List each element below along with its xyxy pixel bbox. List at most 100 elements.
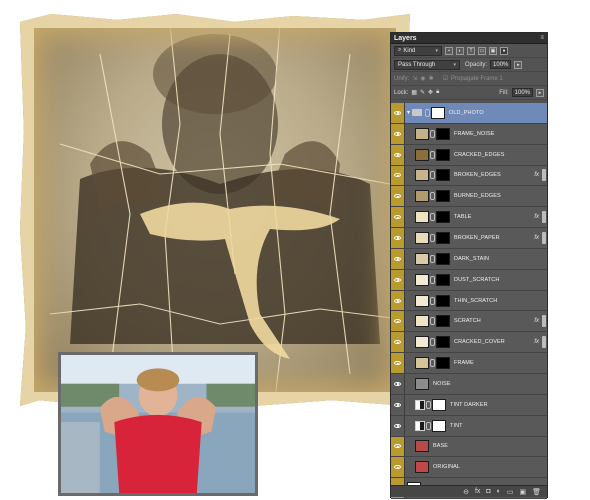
layer-mask-thumbnail[interactable]: [436, 357, 450, 370]
effects-expand-icon[interactable]: [542, 211, 546, 224]
layer-name[interactable]: OLD_PHOTO: [449, 110, 484, 116]
visibility-toggle[interactable]: [391, 269, 405, 290]
layer-thumbnail[interactable]: [415, 377, 429, 390]
layer-row[interactable]: FRAME_NOISE: [391, 123, 547, 145]
lock-all-icon[interactable]: 🔒︎: [436, 89, 439, 96]
layer-effects-icon[interactable]: fx: [534, 235, 539, 241]
group-expand-icon[interactable]: ▾: [407, 109, 410, 116]
layer-thumbnail[interactable]: [415, 294, 429, 307]
visibility-toggle[interactable]: [391, 394, 405, 415]
layer-name[interactable]: DUST_SCRATCH: [454, 277, 499, 283]
visibility-toggle[interactable]: [391, 207, 405, 228]
layer-name[interactable]: CRACKED_EDGES: [454, 152, 505, 158]
layer-effects-icon[interactable]: fx: [534, 318, 539, 324]
layer-mask-thumbnail[interactable]: [436, 252, 450, 265]
layer-thumbnail[interactable]: [415, 211, 429, 224]
layer-thumbnail[interactable]: [415, 315, 429, 328]
layer-effects-icon[interactable]: fx: [534, 214, 539, 220]
layer-effects-icon[interactable]: fx: [534, 339, 539, 345]
visibility-toggle[interactable]: [391, 457, 405, 478]
layer-name[interactable]: FRAME_NOISE: [454, 131, 495, 137]
layer-thumbnail[interactable]: [415, 169, 429, 182]
adjustment-icon[interactable]: ◐: [497, 488, 501, 495]
layer-row[interactable]: BROKEN_EDGES fx: [391, 165, 547, 187]
layer-row[interactable]: ORIGINAL: [391, 457, 547, 479]
layer-mask-thumbnail[interactable]: [436, 273, 450, 286]
unify-position-icon[interactable]: ⇲: [412, 75, 417, 82]
visibility-toggle[interactable]: [391, 415, 405, 436]
filter-toggle-icon[interactable]: ●: [500, 46, 508, 55]
layer-row[interactable]: TABLE fx: [391, 207, 547, 229]
chain-link-icon[interactable]: [430, 317, 435, 326]
link-icon[interactable]: ⊖: [463, 488, 469, 496]
chain-link-icon[interactable]: [430, 233, 435, 242]
visibility-toggle[interactable]: [391, 144, 405, 165]
image-filter-icon[interactable]: ▪: [445, 46, 453, 55]
layer-row[interactable]: TINT DARKER: [391, 394, 547, 416]
type-filter-icon[interactable]: T: [467, 46, 475, 55]
layer-effects-icon[interactable]: fx: [534, 172, 539, 178]
mask-icon[interactable]: ◘: [486, 488, 490, 495]
layer-thumbnail[interactable]: [415, 273, 429, 286]
layer-name[interactable]: FRAME: [454, 360, 474, 366]
layer-thumbnail[interactable]: [415, 336, 429, 349]
effects-expand-icon[interactable]: [542, 336, 546, 349]
opacity-slider-icon[interactable]: ▸: [514, 60, 523, 69]
layer-thumbnail[interactable]: [415, 357, 429, 370]
layer-row[interactable]: BROKEN_PAPER fx: [391, 228, 547, 249]
layer-mask-thumbnail[interactable]: [436, 127, 450, 140]
layer-thumbnail[interactable]: [415, 252, 429, 265]
layer-row[interactable]: NOISE: [391, 373, 547, 395]
layer-row[interactable]: SCRATCH fx: [391, 311, 547, 333]
chain-link-icon[interactable]: [430, 150, 435, 159]
layer-name[interactable]: CRACKED_COVER: [454, 339, 505, 345]
adjustment-layer-icon[interactable]: [415, 420, 425, 431]
chain-link-icon[interactable]: [425, 108, 431, 117]
propagate-checkbox[interactable]: ☑: [443, 75, 448, 82]
layer-mask-thumbnail[interactable]: [436, 211, 450, 224]
layer-row[interactable]: DUST_SCRATCH: [391, 269, 547, 291]
visibility-toggle[interactable]: [391, 373, 405, 394]
adjustment-layer-icon[interactable]: [415, 399, 425, 410]
layer-name[interactable]: SCRATCH: [454, 318, 481, 324]
fill-field[interactable]: 100%: [511, 88, 533, 97]
fx-icon[interactable]: fx: [475, 488, 480, 495]
layer-mask-thumbnail[interactable]: [436, 148, 450, 161]
layer-row[interactable]: CRACKED_COVER fx: [391, 332, 547, 354]
visibility-toggle[interactable]: [391, 353, 405, 373]
layer-row[interactable]: BASE: [391, 436, 547, 458]
visibility-toggle[interactable]: [391, 248, 405, 269]
layer-mask-thumbnail[interactable]: [431, 106, 446, 119]
layer-mask-thumbnail[interactable]: [436, 169, 450, 182]
layer-name[interactable]: BROKEN_PAPER: [454, 235, 500, 241]
layer-name[interactable]: NOISE: [433, 381, 451, 387]
layer-thumbnail[interactable]: [415, 127, 429, 140]
chain-link-icon[interactable]: [426, 400, 431, 409]
panel-menu-icon[interactable]: ≡: [540, 35, 544, 41]
chain-link-icon[interactable]: [430, 171, 435, 180]
layer-name[interactable]: BURNED_EDGES: [454, 193, 501, 199]
chain-link-icon[interactable]: [430, 254, 435, 263]
new-layer-icon[interactable]: ▣: [519, 488, 526, 496]
layer-row[interactable]: TINT: [391, 415, 547, 437]
visibility-toggle[interactable]: [391, 436, 405, 457]
layer-row[interactable]: CRACKED_EDGES: [391, 144, 547, 166]
layer-thumbnail[interactable]: [415, 190, 429, 203]
shape-filter-icon[interactable]: ▭: [478, 46, 486, 55]
layer-thumbnail[interactable]: [415, 461, 429, 474]
layer-row[interactable]: DARK_STAIN: [391, 248, 547, 270]
chain-link-icon[interactable]: [430, 359, 435, 368]
layer-name[interactable]: DARK_STAIN: [454, 256, 489, 262]
folder-icon[interactable]: ▭: [507, 488, 514, 496]
effects-expand-icon[interactable]: [542, 169, 546, 182]
layer-name[interactable]: TABLE: [454, 214, 472, 220]
layer-name[interactable]: TINT DARKER: [450, 402, 488, 408]
fill-slider-icon[interactable]: ▸: [536, 88, 544, 97]
layer-row[interactable]: ▾ OLD_PHOTO: [391, 103, 547, 124]
layer-row[interactable]: BURNED_EDGES: [391, 186, 547, 208]
layer-row[interactable]: FRAME: [391, 353, 547, 374]
layer-thumbnail[interactable]: [415, 440, 429, 453]
layer-mask-thumbnail[interactable]: [436, 336, 450, 349]
visibility-toggle[interactable]: [391, 290, 405, 311]
layer-thumbnail[interactable]: [415, 148, 429, 161]
